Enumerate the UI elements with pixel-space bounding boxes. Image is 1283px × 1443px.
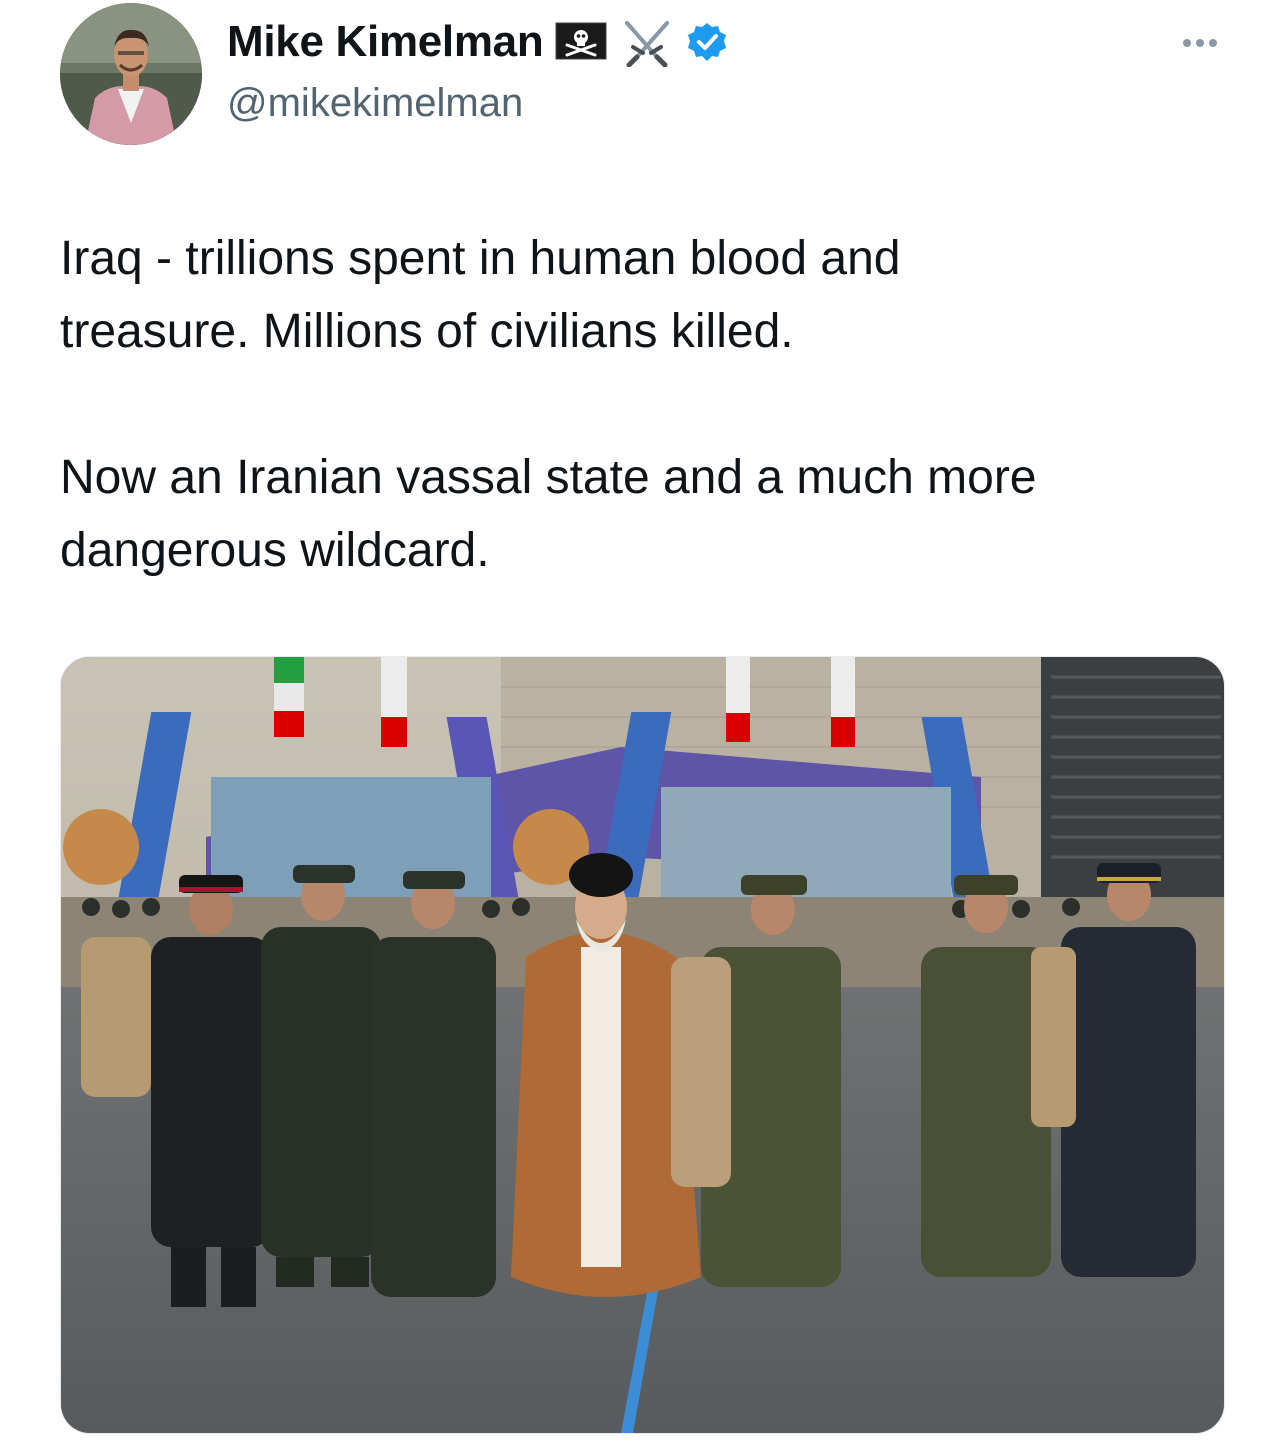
tweet-card[interactable]: Mike Kimelman @mikekimelman Iraq - trill… xyxy=(0,0,1283,1443)
verified-badge-icon xyxy=(685,18,729,66)
more-options-icon[interactable] xyxy=(1183,39,1217,47)
avatar-image xyxy=(60,3,202,145)
avatar[interactable] xyxy=(60,3,202,145)
tweet-photo[interactable] xyxy=(60,656,1225,1434)
tweet-header: Mike Kimelman @mikekimelman xyxy=(60,3,1223,145)
crossed-swords-icon xyxy=(619,18,675,67)
user-handle[interactable]: @mikekimelman xyxy=(227,81,523,126)
pirate-flag-icon xyxy=(553,18,609,66)
tweet-text: Iraq - trillions spent in human blood an… xyxy=(60,232,1037,577)
name-row: Mike Kimelman xyxy=(227,17,729,67)
display-name[interactable]: Mike Kimelman xyxy=(227,17,544,67)
military-parade-photo xyxy=(61,657,1224,1433)
